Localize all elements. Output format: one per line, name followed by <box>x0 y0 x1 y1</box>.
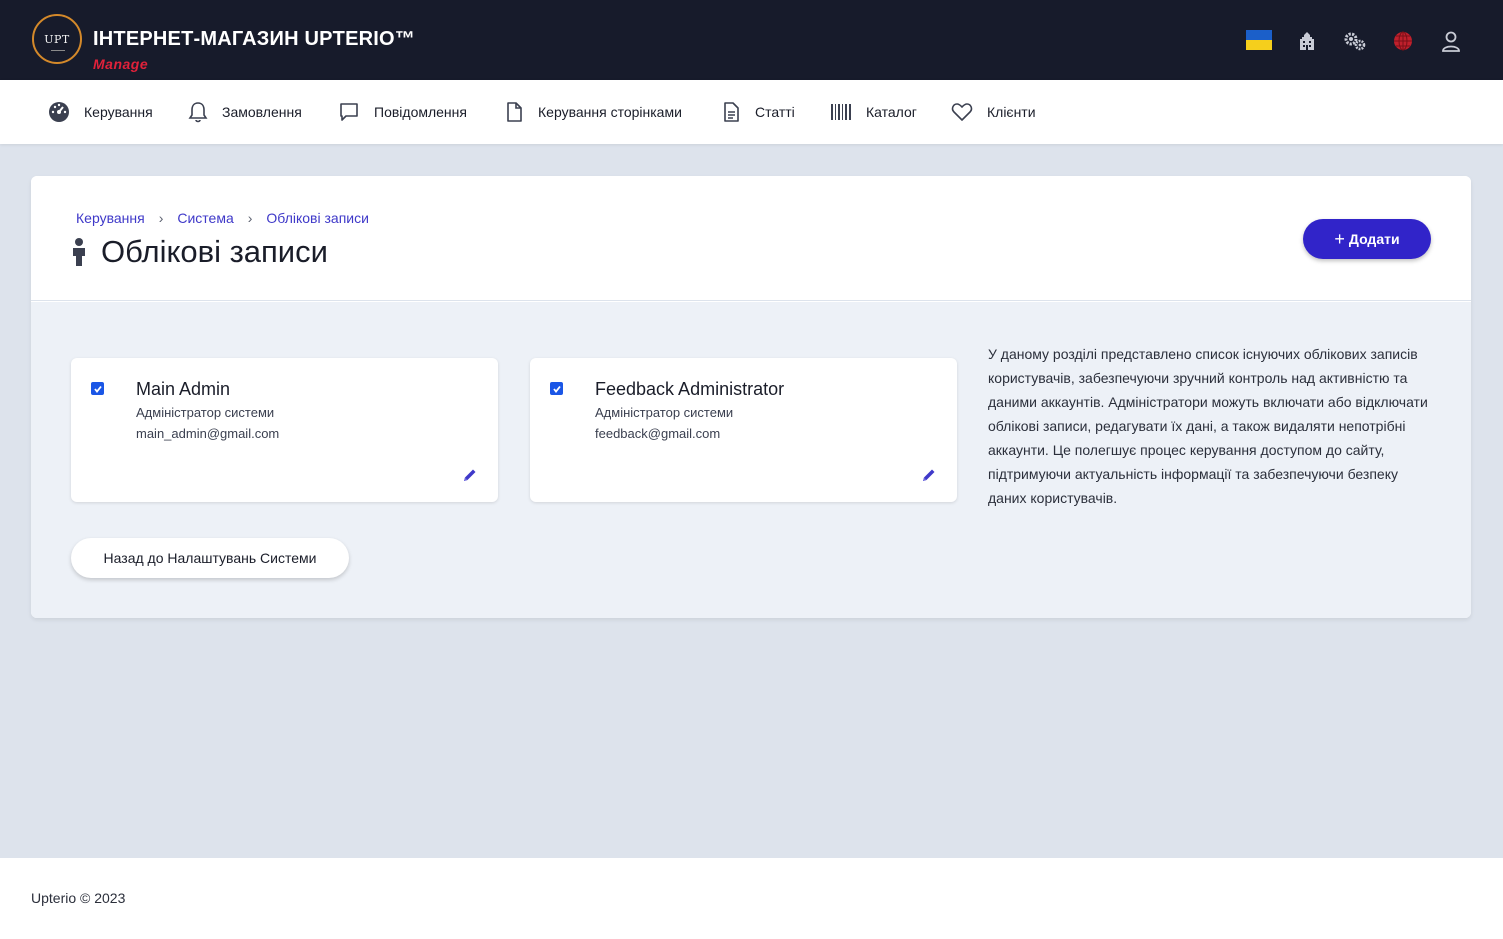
back-to-settings-button[interactable]: Назад до Налаштувань Системи <box>71 538 349 578</box>
ukraine-flag-icon[interactable] <box>1246 30 1272 50</box>
building-icon[interactable] <box>1296 28 1318 54</box>
section-description: У даному розділі представлено список існ… <box>988 346 1428 506</box>
account-enabled-checkbox[interactable] <box>91 382 104 395</box>
account-email: main_admin@gmail.com <box>136 426 280 441</box>
chevron-right-icon: › <box>247 210 253 226</box>
nav-item-messages[interactable]: Повідомлення <box>338 80 467 144</box>
brand-title: ІНТЕРНЕТ-МАГАЗИН UPTERIO™ <box>93 28 415 50</box>
nav-label: Повідомлення <box>374 104 467 120</box>
main-nav: Керування Замовлення Повідомлення Керува… <box>0 80 1503 144</box>
nav-item-catalog[interactable]: Каталог <box>830 80 917 144</box>
account-role: Адміністратор системи <box>136 405 275 420</box>
page-icon <box>507 102 522 122</box>
nav-label: Керування <box>84 104 153 120</box>
gears-icon[interactable] <box>1342 28 1368 54</box>
card-body: Main Admin Адміністратор системи main_ad… <box>31 302 1471 618</box>
nav-label: Статті <box>755 104 795 120</box>
top-header: UPT ІНТЕРНЕТ-МАГАЗИН UPTERIO™ Manage <box>0 0 1503 80</box>
plus-icon: + <box>1334 228 1345 249</box>
breadcrumb-item[interactable]: Облікові записи <box>266 210 369 226</box>
barcode-icon <box>831 104 851 120</box>
nav-label: Клієнти <box>987 104 1036 120</box>
nav-label: Керування сторінками <box>538 104 682 120</box>
account-card: Main Admin Адміністратор системи main_ad… <box>71 358 498 502</box>
logo[interactable]: UPT <box>32 14 82 64</box>
logo-text: UPT <box>44 32 70 46</box>
nav-item-pages[interactable]: Керування сторінками <box>504 80 682 144</box>
add-button[interactable]: + Додати <box>1303 219 1431 259</box>
breadcrumb-item[interactable]: Система <box>177 210 233 226</box>
breadcrumb-item[interactable]: Керування <box>76 210 145 226</box>
nav-item-clients[interactable]: Клієнти <box>951 80 1036 144</box>
logo-divider <box>51 50 65 51</box>
account-card: Feedback Administrator Адміністратор сис… <box>530 358 957 502</box>
card-header: Керування › Система › Облікові записи Об… <box>31 176 1471 301</box>
account-name: Feedback Administrator <box>595 379 785 399</box>
heart-icon <box>951 103 973 121</box>
pencil-icon[interactable] <box>462 467 478 488</box>
account-name: Main Admin <box>136 379 231 399</box>
footer-copyright: Upterio © 2023 <box>31 890 126 906</box>
chevron-right-icon: › <box>158 210 164 226</box>
nav-label: Замовлення <box>222 104 302 120</box>
globe-icon[interactable] <box>1392 28 1414 54</box>
account-enabled-checkbox[interactable] <box>550 382 563 395</box>
nav-item-articles[interactable]: Статті <box>721 80 795 144</box>
dashboard-icon <box>49 102 69 122</box>
nav-item-dashboard[interactable]: Керування <box>48 80 153 144</box>
user-icon[interactable] <box>1440 28 1462 54</box>
add-button-label: Додати <box>1348 231 1400 247</box>
bell-icon <box>188 102 208 123</box>
page-title: Облікові записи <box>101 234 328 269</box>
nav-label: Каталог <box>866 104 917 120</box>
footer: Upterio © 2023 <box>0 858 1503 939</box>
account-email: feedback@gmail.com <box>595 426 721 441</box>
breadcrumb: Керування › Система › Облікові записи <box>76 210 369 226</box>
pencil-icon[interactable] <box>921 467 937 488</box>
accounts-card: Керування › Система › Облікові записи Об… <box>31 176 1471 618</box>
brand-subtitle: Manage <box>93 56 149 72</box>
person-icon <box>73 238 85 266</box>
account-role: Адміністратор системи <box>595 405 734 420</box>
page-title-row: Облікові записи <box>69 234 328 270</box>
message-icon <box>340 103 358 121</box>
nav-item-orders[interactable]: Замовлення <box>188 80 302 144</box>
article-icon <box>724 102 739 122</box>
